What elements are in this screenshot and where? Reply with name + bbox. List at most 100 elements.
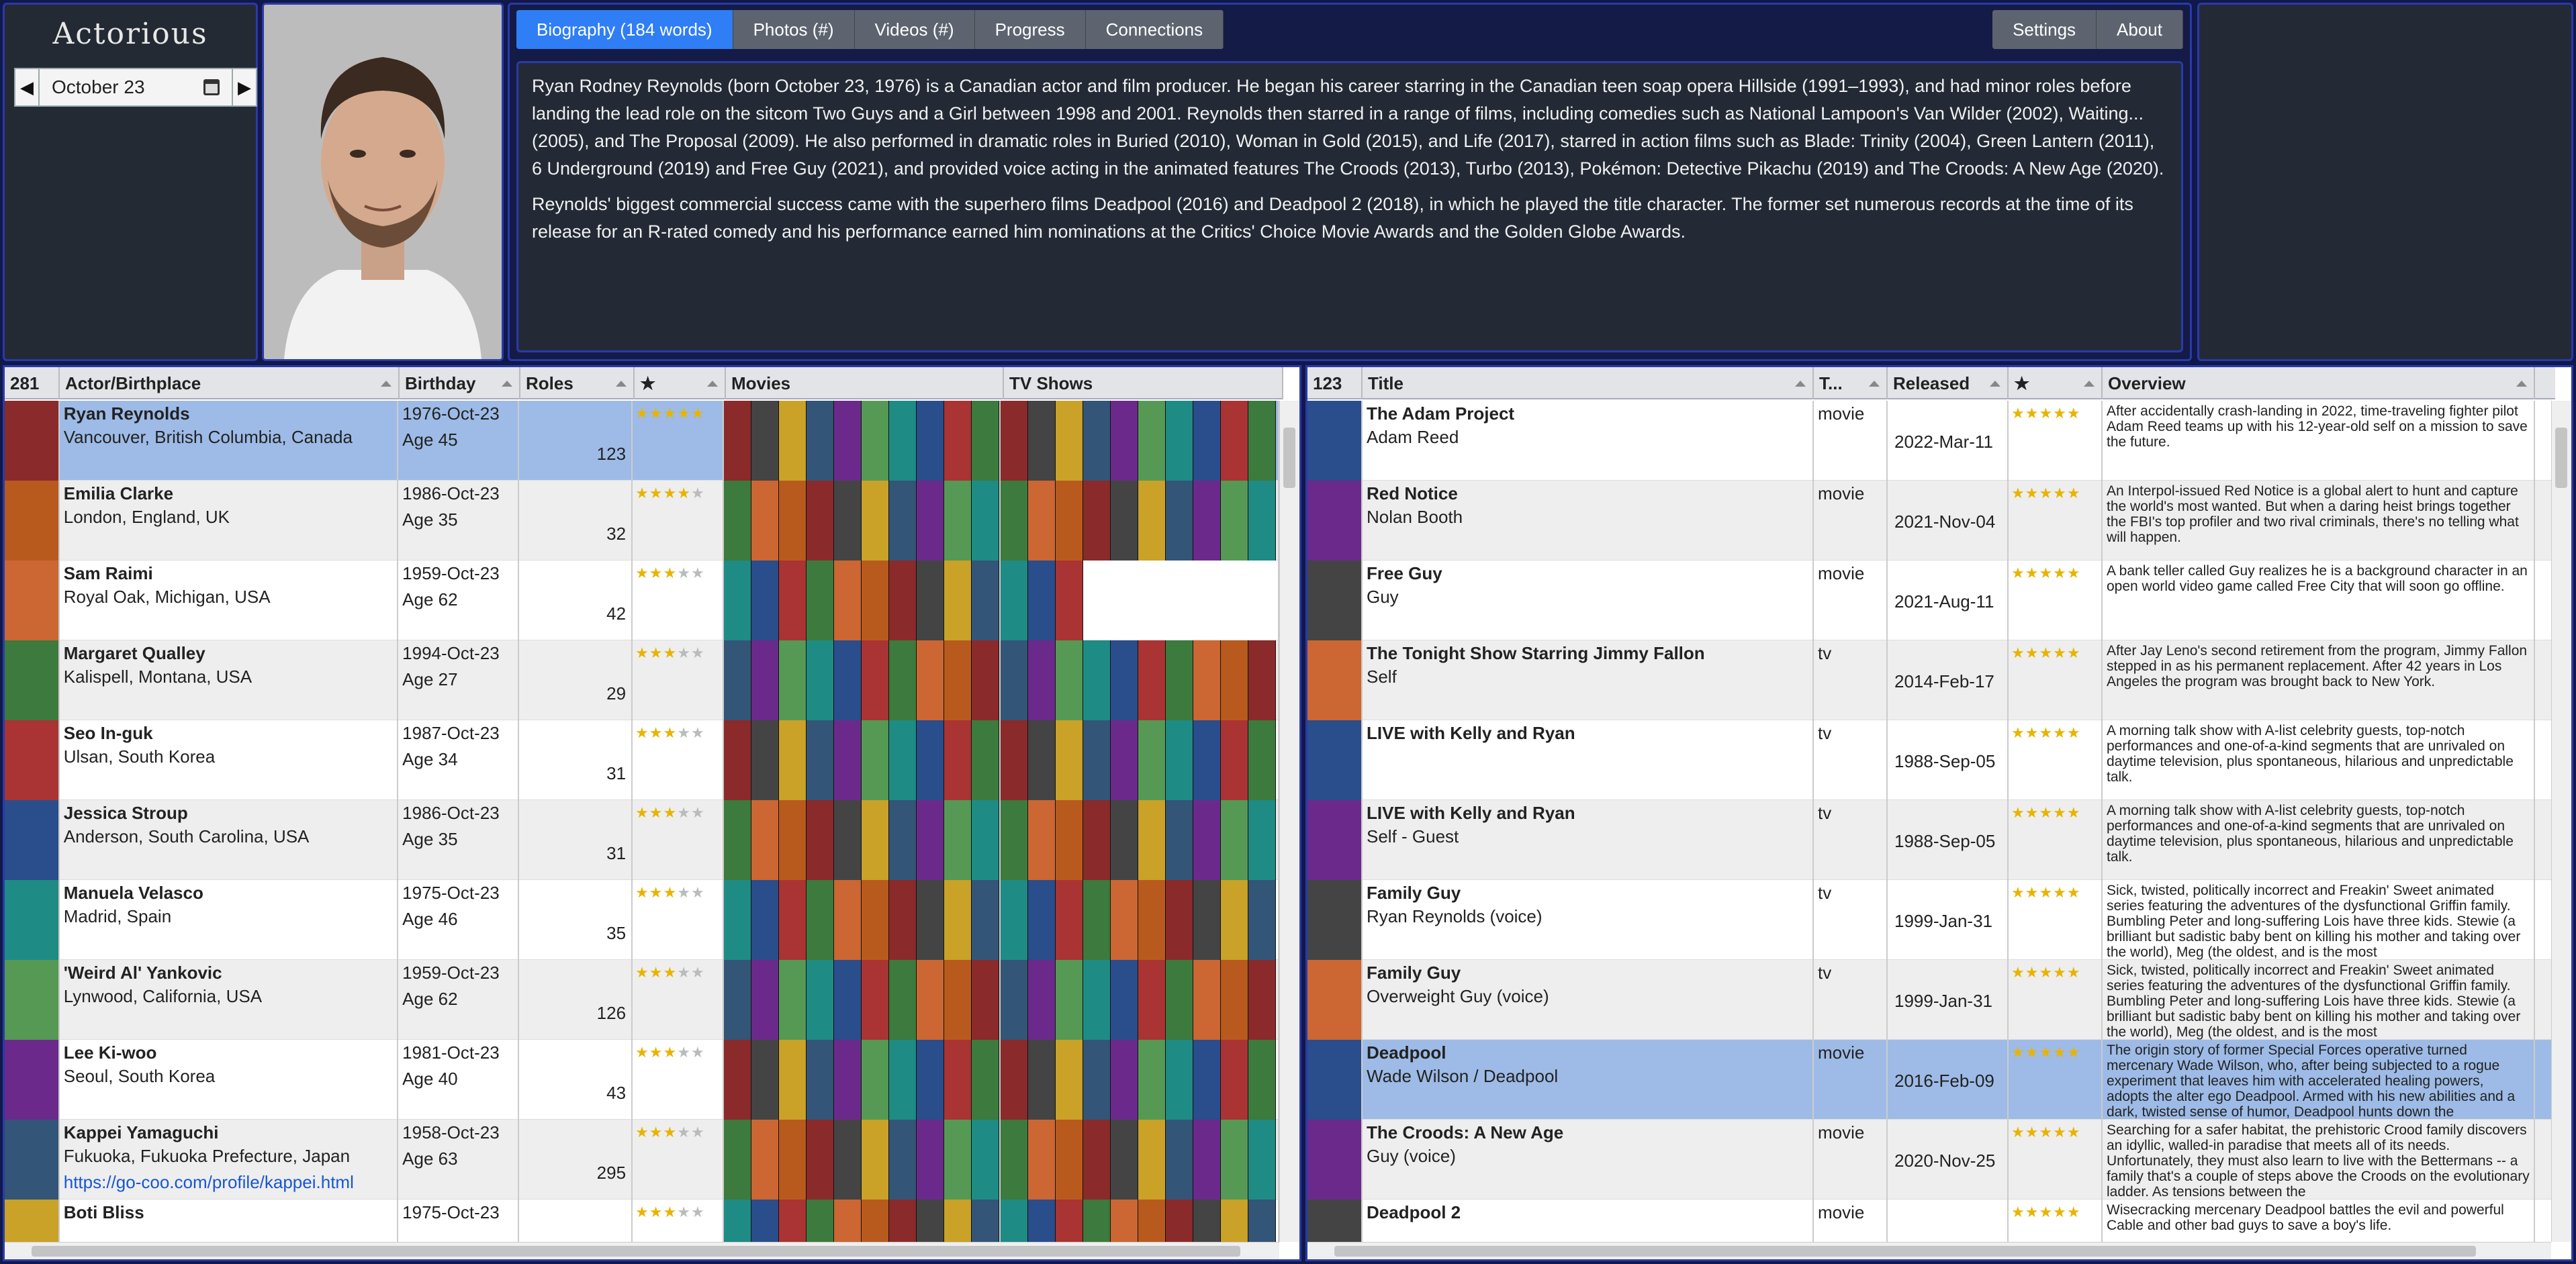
poster-image[interactable] (1221, 880, 1249, 960)
table-row[interactable]: Manuela Velasco Madrid, Spain 1975-Oct-23 A… (5, 880, 1280, 960)
poster-image[interactable] (1221, 720, 1249, 800)
poster-image[interactable] (1248, 401, 1277, 481)
poster-image[interactable] (971, 561, 999, 640)
poster-image[interactable] (778, 960, 807, 1040)
poster-image[interactable] (1221, 800, 1249, 880)
poster-image[interactable] (1166, 800, 1194, 880)
poster-image[interactable] (723, 960, 751, 1040)
poster-image[interactable] (1001, 401, 1029, 481)
poster-image[interactable] (778, 1040, 807, 1120)
poster-image[interactable] (751, 960, 779, 1040)
poster-image[interactable] (1083, 401, 1111, 481)
poster-image[interactable] (916, 880, 944, 960)
poster-image[interactable] (1001, 960, 1029, 1040)
poster-image[interactable] (1221, 640, 1249, 720)
col-title[interactable]: Title (1363, 367, 1814, 399)
actor-name[interactable]: Emilia Clarke (60, 481, 397, 504)
col-birthday[interactable]: Birthday (400, 367, 520, 399)
table-row[interactable]: The Croods: A New Age Guy (voice) movie 202… (1307, 1120, 2551, 1200)
poster-image[interactable] (1056, 800, 1084, 880)
poster-image[interactable] (916, 720, 944, 800)
tab-progress[interactable]: Progress (974, 10, 1086, 49)
poster-image[interactable] (861, 720, 889, 800)
poster-image[interactable] (888, 1040, 917, 1120)
table-row[interactable]: LIVE with Kelly and Ryan Self - Guest tv 19… (1307, 800, 2551, 880)
table-row[interactable]: Seo In-guk Ulsan, South Korea 1987-Oct-23 A… (5, 720, 1280, 800)
poster-image[interactable] (916, 640, 944, 720)
poster-image[interactable] (1028, 640, 1056, 720)
title-name[interactable]: The Adam Project (1363, 401, 1812, 424)
title-name[interactable]: Family Guy (1363, 880, 1812, 904)
poster-image[interactable] (1056, 640, 1084, 720)
poster-image[interactable] (861, 561, 889, 640)
poster-image[interactable] (971, 880, 999, 960)
poster-image[interactable] (1166, 1120, 1194, 1200)
poster-image[interactable] (1001, 481, 1029, 561)
calendar-icon[interactable] (203, 79, 220, 95)
col-actor-birthplace[interactable]: Actor/Birthplace (60, 367, 400, 399)
poster-image[interactable] (971, 1120, 999, 1200)
poster-image[interactable] (833, 401, 862, 481)
table-row[interactable]: Family Guy Ryan Reynolds (voice) tv 1999-Ja… (1307, 880, 2551, 960)
poster-image[interactable] (778, 640, 807, 720)
actors-horizontal-scrollbar[interactable] (5, 1242, 1279, 1259)
poster-image[interactable] (723, 481, 751, 561)
poster-image[interactable] (944, 1120, 972, 1200)
poster-image[interactable] (1138, 800, 1166, 880)
poster-image[interactable] (916, 401, 944, 481)
actor-name[interactable]: Margaret Qualley (60, 640, 397, 664)
poster-image[interactable] (1138, 481, 1166, 561)
poster-image[interactable] (751, 1040, 779, 1120)
actor-name[interactable]: Seo In-guk (60, 720, 397, 744)
tab-biography[interactable]: Biography (184 words) (516, 10, 733, 49)
poster-image[interactable] (833, 561, 862, 640)
poster-image[interactable] (888, 720, 917, 800)
poster-image[interactable] (1028, 880, 1056, 960)
poster-image[interactable] (751, 561, 779, 640)
actor-name[interactable]: Sam Raimi (60, 561, 397, 584)
col-roles[interactable]: Roles (520, 367, 635, 399)
poster-image[interactable] (1028, 800, 1056, 880)
poster-image[interactable] (1083, 960, 1111, 1040)
poster-image[interactable] (751, 401, 779, 481)
poster-image[interactable] (778, 401, 807, 481)
poster-image[interactable] (888, 561, 917, 640)
title-name[interactable]: Red Notice (1363, 481, 1812, 504)
poster-image[interactable] (1248, 1120, 1277, 1200)
poster-image[interactable] (1248, 481, 1277, 561)
poster-image[interactable] (1166, 720, 1194, 800)
actor-name[interactable]: Ryan Reynolds (60, 401, 397, 424)
poster-image[interactable] (778, 1120, 807, 1200)
table-row[interactable]: Margaret Qualley Kalispell, Montana, USA 1… (5, 640, 1280, 720)
poster-image[interactable] (861, 640, 889, 720)
poster-image[interactable] (1111, 880, 1139, 960)
poster-image[interactable] (1056, 401, 1084, 481)
poster-image[interactable] (723, 1040, 751, 1120)
poster-image[interactable] (1056, 1040, 1084, 1120)
col-overview[interactable]: Overview (2103, 367, 2535, 399)
actor-name[interactable]: Manuela Velasco (60, 880, 397, 904)
poster-image[interactable] (1028, 720, 1056, 800)
tab-connections[interactable]: Connections (1085, 10, 1224, 49)
poster-image[interactable] (1028, 1120, 1056, 1200)
poster-image[interactable] (1193, 960, 1222, 1040)
poster-image[interactable] (1056, 1120, 1084, 1200)
poster-image[interactable] (778, 720, 807, 800)
actor-name[interactable]: 'Weird Al' Yankovic (60, 960, 397, 983)
prev-day-button[interactable]: ◀ (14, 68, 40, 107)
poster-image[interactable] (1111, 1040, 1139, 1120)
poster-image[interactable] (888, 640, 917, 720)
date-field[interactable]: October 23 (40, 68, 232, 107)
poster-image[interactable] (861, 481, 889, 561)
tab-about[interactable]: About (2097, 10, 2183, 49)
poster-image[interactable] (723, 561, 751, 640)
title-name[interactable]: LIVE with Kelly and Ryan (1363, 800, 1812, 824)
poster-image[interactable] (1056, 481, 1084, 561)
actor-name[interactable]: Lee Ki-woo (60, 1040, 397, 1063)
poster-image[interactable] (751, 1120, 779, 1200)
poster-image[interactable] (723, 401, 751, 481)
poster-image[interactable] (1001, 880, 1029, 960)
poster-image[interactable] (1248, 880, 1277, 960)
poster-image[interactable] (806, 880, 834, 960)
title-name[interactable]: LIVE with Kelly and Ryan (1363, 720, 1812, 744)
